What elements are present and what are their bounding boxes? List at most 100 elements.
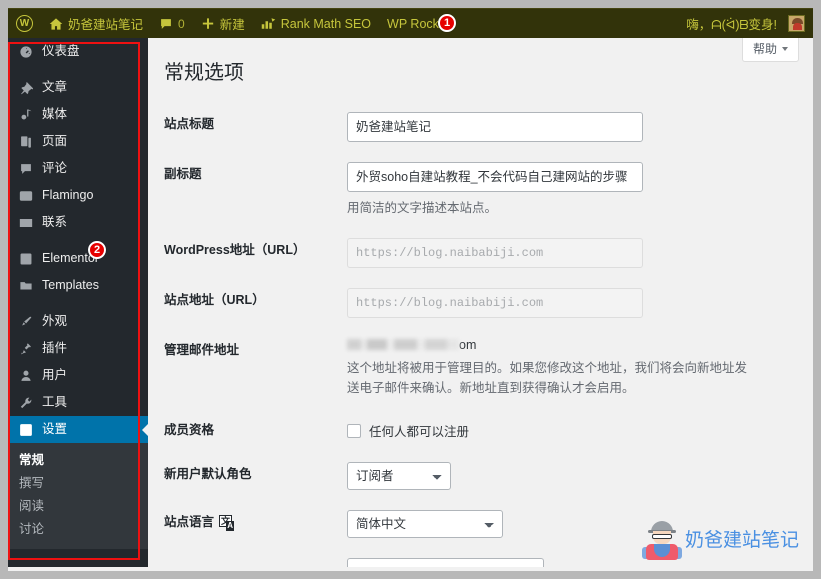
page-title: 常规选项: [164, 62, 244, 84]
pin-icon: [19, 81, 33, 95]
wordpress-admin-screen: 奶爸建站笔记 0 新建 Rank Math SEO: [0, 0, 821, 579]
submenu-item-reading[interactable]: 阅读: [8, 495, 148, 518]
new-content-label: 新建: [219, 18, 245, 32]
sidebar-item-templates[interactable]: Templates: [8, 272, 148, 299]
rank-math-menu[interactable]: Rank Math SEO: [253, 9, 379, 39]
site-title-label: 站点标题: [164, 117, 215, 131]
site-name-menu[interactable]: 奶爸建站笔记: [41, 9, 151, 39]
elementor-icon: [19, 252, 33, 266]
form-row-partially-visible: [162, 548, 793, 567]
anyone-can-register-checkbox[interactable]: [347, 423, 361, 438]
sidebar-item-label: 用户: [42, 368, 68, 383]
sidebar-item-posts[interactable]: 文章: [8, 74, 148, 101]
wp-logo-menu[interactable]: [8, 9, 41, 39]
sidebar-item-tools[interactable]: 工具: [8, 389, 148, 416]
comments-icon: [19, 162, 33, 176]
sidebar-item-label: 页面: [42, 134, 68, 149]
sidebar-item-label: 媒体: [42, 107, 68, 122]
sidebar-item-label: 评论: [42, 161, 68, 176]
form-row-wordpress-url: WordPress地址（URL）: [162, 228, 793, 278]
folder-icon: [19, 279, 33, 293]
sidebar-item-label: 文章: [42, 80, 68, 95]
pages-icon: [19, 135, 33, 149]
menu-separator: [8, 299, 148, 308]
sidebar-item-comments[interactable]: 评论: [8, 155, 148, 182]
admin-email-label: 管理邮件地址: [164, 343, 240, 357]
default-role-label: 新用户默认角色: [164, 467, 252, 482]
general-settings-form: 站点标题 副标题 用简洁的文字描述本站点。 WordPress地址（: [162, 102, 793, 567]
sidebar-item-label: 联系: [42, 215, 68, 230]
sidebar-item-settings[interactable]: 设置: [8, 416, 148, 443]
sidebar-item-label: 外观: [42, 314, 68, 329]
default-role-select[interactable]: 订阅者: [347, 462, 451, 491]
sidebar-item-elementor[interactable]: Elementor: [8, 245, 148, 272]
form-row-admin-email: 管理邮件地址 om 这个地址将被用于管理目的。如果您修改这个地址，我们将会向新地…: [162, 328, 793, 408]
rank-math-icon: [261, 17, 276, 30]
form-row-default-role: 新用户默认角色 订阅者: [162, 452, 793, 500]
mail-icon: [19, 216, 33, 230]
appearance-brush-icon: [19, 315, 33, 329]
home-icon: [49, 17, 63, 31]
form-row-site-title: 站点标题: [162, 102, 793, 152]
tagline-input[interactable]: [347, 162, 643, 192]
sidebar-item-flamingo[interactable]: Flamingo: [8, 182, 148, 209]
greeting-label: 嗨，ᗩ(ᐛ)ᗷ变身!: [686, 18, 777, 32]
comments-count: 0: [178, 16, 185, 31]
help-toggle-button[interactable]: 帮助: [741, 38, 799, 62]
admin-bar: 奶爸建站笔记 0 新建 Rank Math SEO: [8, 8, 813, 38]
sidebar-item-plugins[interactable]: 插件: [8, 335, 148, 362]
anyone-can-register-label[interactable]: 任何人都可以注册: [369, 421, 469, 440]
submenu-item-writing[interactable]: 撰写: [8, 472, 148, 495]
sidebar-item-dashboard[interactable]: 仪表盘: [8, 38, 148, 65]
settings-sliders-icon: [19, 423, 33, 437]
plugins-plug-icon: [19, 342, 33, 356]
my-account-menu[interactable]: 嗨，ᗩ(ᐛ)ᗷ变身!: [678, 9, 813, 39]
sidebar-item-label: 仪表盘: [42, 44, 80, 59]
sidebar-item-label: 插件: [42, 341, 68, 356]
form-row-site-language: 站点语言 简体中文: [162, 500, 793, 548]
new-content-menu[interactable]: 新建: [193, 9, 253, 39]
sidebar-item-label: 工具: [42, 395, 68, 410]
sidebar-item-media[interactable]: 媒体: [8, 101, 148, 128]
site-language-select[interactable]: 简体中文: [347, 510, 503, 539]
translate-icon: [219, 514, 235, 531]
sidebar-item-label: Templates: [42, 278, 99, 293]
menu-separator: [8, 236, 148, 245]
sidebar-item-pages[interactable]: 页面: [8, 128, 148, 155]
annotation-badge-1: 1: [438, 14, 456, 32]
comments-menu[interactable]: 0: [151, 9, 193, 39]
submenu-item-discussion[interactable]: 讨论: [8, 518, 148, 541]
admin-email-visible-suffix: om: [459, 338, 477, 352]
site-language-label-text: 站点语言: [164, 515, 215, 530]
submenu-item-general[interactable]: 常规: [8, 449, 148, 472]
media-icon: [19, 108, 33, 122]
sidebar-item-users[interactable]: 用户: [8, 362, 148, 389]
form-row-tagline: 副标题 用简洁的文字描述本站点。: [162, 152, 793, 228]
admin-sidebar-menu: 仪表盘 文章 媒体 页面 评论 Flamingo 联系 Elementor Te…: [8, 38, 148, 567]
site-url-label: 站点地址（URL）: [164, 293, 265, 307]
menu-separator: [8, 65, 148, 74]
sidebar-item-label: 设置: [42, 422, 68, 437]
site-url-input: [347, 288, 643, 318]
timezone-input-partial[interactable]: [347, 558, 544, 567]
site-title-input[interactable]: [347, 112, 643, 142]
help-label: 帮助: [752, 42, 777, 56]
sidebar-item-contact[interactable]: 联系: [8, 209, 148, 236]
admin-bar-right: 嗨，ᗩ(ᐛ)ᗷ变身!: [678, 9, 813, 39]
redacted-email-blur: [347, 339, 459, 350]
form-row-site-url: 站点地址（URL）: [162, 278, 793, 328]
admin-email-description: 这个地址将被用于管理目的。如果您修改这个地址，我们将会向新地址发送电子邮件来确认…: [347, 361, 748, 395]
dashboard-icon: [19, 45, 33, 59]
sidebar-item-appearance[interactable]: 外观: [8, 308, 148, 335]
rank-math-label: Rank Math SEO: [280, 16, 372, 31]
site-name-label: 奶爸建站笔记: [68, 18, 144, 32]
main-content-area: 帮助 常规选项 站点标题 副标题 用简: [148, 38, 813, 567]
admin-email-input[interactable]: om: [347, 338, 783, 352]
wordpress-url-input: [347, 238, 643, 268]
chevron-down-icon: [782, 47, 788, 51]
membership-label: 成员资格: [164, 423, 215, 437]
wordpress-logo-icon: [16, 15, 33, 32]
plus-icon: [201, 17, 215, 31]
annotation-badge-2: 2: [88, 241, 106, 259]
avatar: [788, 15, 805, 32]
